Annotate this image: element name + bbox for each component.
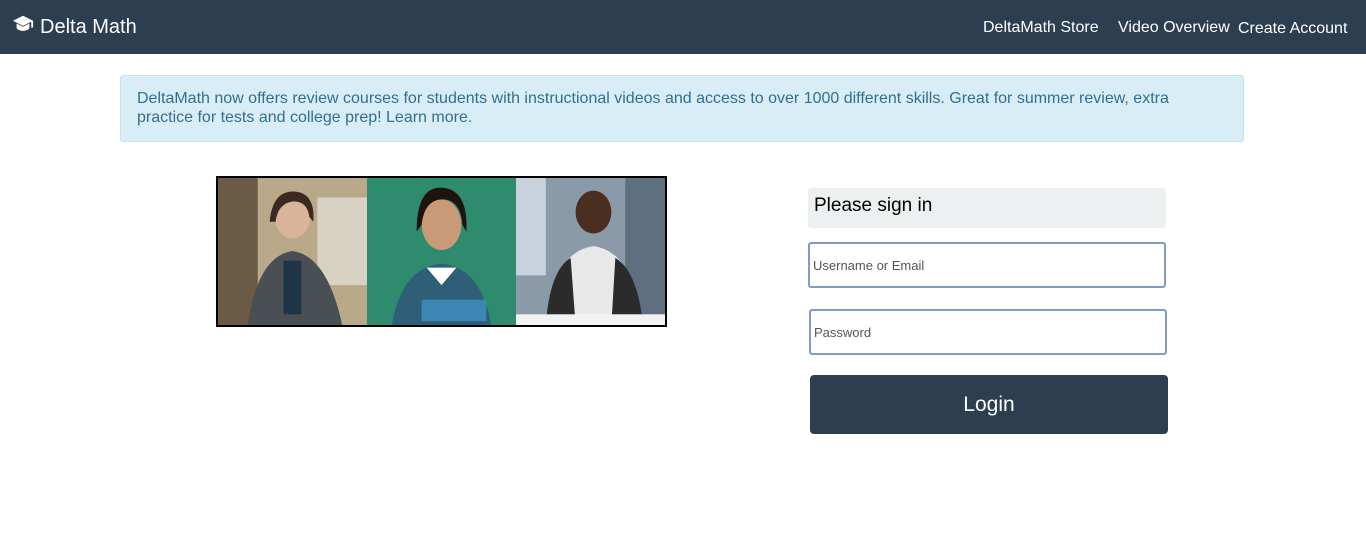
brand-text: Delta Math [40,15,137,38]
sign-in-heading: Please sign in [808,188,1166,228]
nav-create-account[interactable]: Create Account [1238,0,1347,54]
graduation-cap-icon [12,13,34,41]
nav-deltamath-store[interactable]: DeltaMath Store [983,0,1099,54]
student-photo-left [218,178,367,325]
login-button[interactable]: Login [810,375,1168,434]
review-courses-alert[interactable]: DeltaMath now offers review courses for … [120,75,1244,142]
top-navbar: Delta Math DeltaMath Store Video Overvie… [0,0,1366,54]
brand-link[interactable]: Delta Math [12,0,137,54]
nav-video-overview[interactable]: Video Overview [1118,0,1230,54]
alert-text: DeltaMath now offers review courses for … [137,90,1169,126]
username-email-field[interactable] [808,242,1166,288]
password-field[interactable] [809,309,1167,355]
student-photo-center [367,178,516,325]
student-photo-right [516,178,665,325]
students-photo-strip [216,176,667,327]
